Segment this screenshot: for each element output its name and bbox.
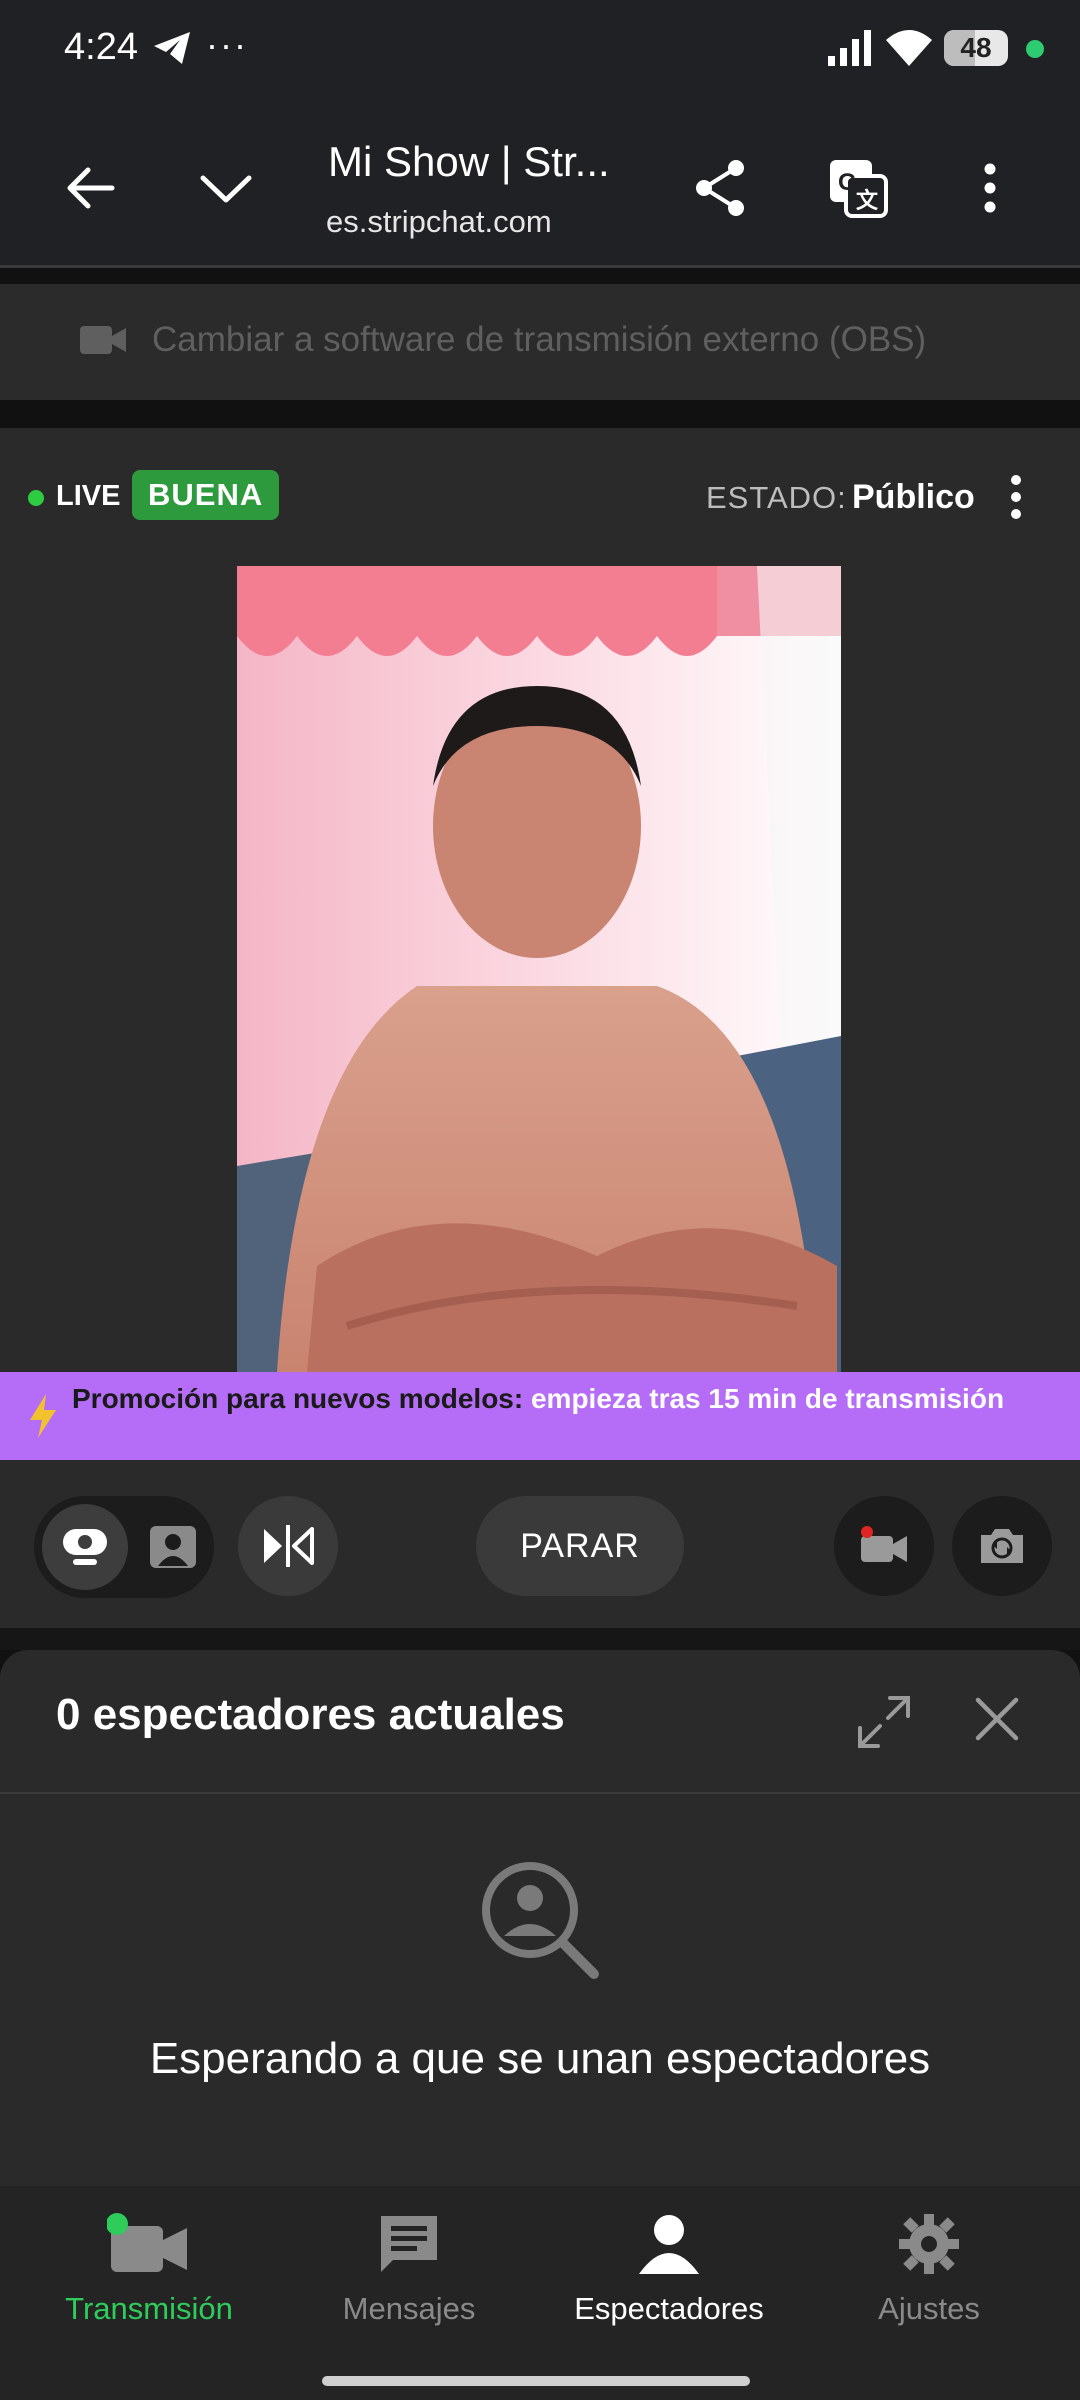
video-camera-icon xyxy=(80,324,126,361)
nav-item-espectadores[interactable]: Espectadores xyxy=(534,2212,804,2327)
gear-icon xyxy=(899,2214,959,2274)
mirror-button[interactable] xyxy=(238,1496,338,1596)
translate-icon[interactable]: G文 xyxy=(818,148,898,228)
nav-item-mensajes[interactable]: Mensajes xyxy=(274,2212,544,2327)
switch-camera-button[interactable] xyxy=(952,1496,1052,1596)
expand-icon[interactable] xyxy=(854,1692,914,1757)
page-title[interactable]: Mi Show | Str... xyxy=(328,138,610,186)
person-icon xyxy=(639,2215,699,2274)
nav-item-ajustes[interactable]: Ajustes xyxy=(794,2212,1064,2327)
promo-banner: Promoción para nuevos modelos: empieza t… xyxy=(0,1372,1080,1460)
search-user-icon xyxy=(476,1856,602,1987)
webcam-preview[interactable] xyxy=(237,566,841,1372)
telegram-icon xyxy=(152,30,192,71)
stream-options-icon[interactable] xyxy=(1006,474,1026,525)
video-camera-icon xyxy=(106,2213,187,2272)
wifi-icon xyxy=(884,28,934,73)
camera-mode-toggle xyxy=(34,1496,214,1598)
record-camera-icon xyxy=(861,1526,907,1562)
privacy-indicator-dot xyxy=(1026,40,1044,58)
nav-label: Espectadores xyxy=(574,2291,764,2326)
stream-controls: PARAR xyxy=(0,1460,1080,1628)
portrait-mode-button[interactable] xyxy=(130,1504,216,1590)
back-arrow-icon[interactable] xyxy=(50,148,130,228)
status-bar: 4:24 ··· 48 xyxy=(0,0,1080,100)
promo-highlight: empieza tras 15 min de transmisión xyxy=(523,1383,1005,1414)
viewers-count-heading: 0 espectadores actuales xyxy=(56,1690,565,1739)
panel-divider xyxy=(0,1792,1080,1794)
viewers-panel: 0 espectadores actuales Esperando a que … xyxy=(0,1650,1080,2186)
webcam-mode-button[interactable] xyxy=(42,1504,128,1590)
live-status-bar: LIVE BUENA ESTADO: Público xyxy=(0,428,1080,566)
estado-value[interactable]: Público xyxy=(852,478,975,517)
estado-label: ESTADO: xyxy=(706,480,847,515)
svg-text:文: 文 xyxy=(856,188,879,213)
chevron-down-icon[interactable] xyxy=(186,148,266,228)
page-url[interactable]: es.stripchat.com xyxy=(326,204,552,240)
battery-indicator: 48 xyxy=(944,30,1008,66)
promo-text: Promoción para nuevos modelos: empieza t… xyxy=(72,1380,1052,1418)
more-vert-icon[interactable] xyxy=(950,148,1030,228)
share-icon[interactable] xyxy=(680,148,760,228)
quality-badge: BUENA xyxy=(132,470,280,520)
nav-label: Ajustes xyxy=(878,2291,980,2326)
portrait-icon xyxy=(150,1526,196,1568)
flip-camera-icon xyxy=(981,1529,1023,1563)
live-label: LIVE xyxy=(56,480,121,512)
clock: 4:24 xyxy=(64,26,138,68)
nav-label: Transmisión xyxy=(65,2291,233,2326)
svg-text:G: G xyxy=(838,169,857,196)
bottom-navigation: Transmisión Mensajes Espectadores Ajuste… xyxy=(0,2186,1080,2400)
close-icon[interactable] xyxy=(970,1692,1024,1751)
nav-label: Mensajes xyxy=(342,2291,476,2326)
obs-switch-bar[interactable]: Cambiar a software de transmisión extern… xyxy=(0,284,1080,400)
live-dot xyxy=(28,490,44,506)
message-icon xyxy=(381,2216,437,2272)
record-button[interactable] xyxy=(834,1496,934,1596)
stop-broadcast-button[interactable]: PARAR xyxy=(476,1496,684,1596)
lightning-icon xyxy=(30,1394,56,1443)
browser-toolbar: Mi Show | Str... es.stripchat.com G文 xyxy=(0,100,1080,268)
mirror-icon xyxy=(264,1525,314,1567)
empty-state-message: Esperando a que se unan espectadores xyxy=(149,2034,931,2083)
webcam-icon xyxy=(63,1529,107,1565)
gesture-handle[interactable] xyxy=(322,2376,750,2386)
obs-switch-label: Cambiar a software de transmisión extern… xyxy=(152,320,927,359)
signal-icon xyxy=(828,30,874,71)
promo-lead: Promoción para nuevos modelos: xyxy=(72,1383,524,1414)
nav-item-transmision[interactable]: Transmisión xyxy=(14,2212,284,2327)
more-notifications-icon: ··· xyxy=(206,24,248,65)
separator xyxy=(0,1628,1080,1650)
